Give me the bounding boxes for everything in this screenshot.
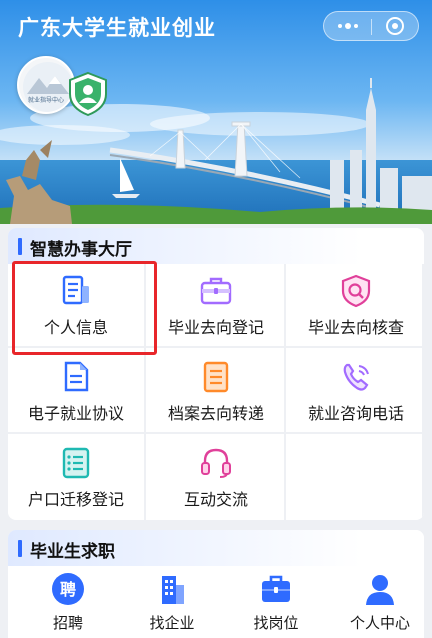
service-label: 电子就业协议 [27, 404, 124, 423]
briefcase-icon [200, 277, 232, 305]
building-icon [162, 576, 184, 604]
app-title: 广东大学生就业创业 [18, 16, 216, 40]
service-graduation-destination-registration[interactable]: 毕业去向登记 [148, 264, 284, 346]
shield-search-icon [341, 274, 371, 308]
target-dot-icon [392, 23, 398, 29]
service-label: 互动交流 [183, 490, 248, 509]
verified-user-shield-icon [69, 71, 107, 117]
grid-divider [284, 264, 286, 520]
shortcut-find-position[interactable]: 找岗位 [224, 568, 328, 638]
section-header: 毕业生求职 [8, 530, 424, 566]
grid-divider [8, 432, 424, 434]
service-label: 毕业去向登记 [167, 318, 264, 337]
header-banner: 广东大学生就业创业 就业指导中心 [0, 0, 432, 224]
shortcut-label: 找企业 [149, 614, 195, 632]
service-archive-transfer[interactable]: 档案去向转递 [148, 350, 284, 432]
file-list-icon [203, 361, 229, 393]
user-icon [366, 575, 394, 605]
selection-highlight [12, 261, 157, 355]
graduate-job-seeking-section: 毕业生求职 聘 招聘 找企业 找岗位 个人中心 [8, 530, 424, 638]
section-title: 毕业生求职 [30, 542, 115, 562]
close-mini-program-button[interactable] [372, 12, 419, 40]
headset-icon [201, 448, 231, 478]
shortcut-label: 个人中心 [349, 614, 410, 632]
service-label: 户口迁移登记 [27, 490, 124, 509]
mini-program-capsule [323, 11, 419, 41]
service-household-migration-registration[interactable]: 户口迁移登记 [8, 436, 144, 518]
recruit-icon: 聘 [52, 573, 84, 605]
shortcut-find-company[interactable]: 找企业 [120, 568, 224, 638]
more-dot-icon [354, 24, 358, 28]
service-label: 毕业去向核查 [307, 318, 404, 337]
list-document-icon [62, 447, 90, 479]
more-menu-button[interactable] [324, 12, 371, 40]
service-electronic-employment-agreement[interactable]: 电子就业协议 [8, 350, 144, 432]
briefcase-icon [262, 575, 290, 602]
recruit-glyph: 聘 [60, 580, 76, 599]
service-label: 档案去向转递 [167, 404, 264, 423]
service-interactive-exchange[interactable]: 互动交流 [148, 436, 284, 518]
service-label: 就业咨询电话 [307, 404, 404, 423]
job-shortcuts: 聘 招聘 找企业 找岗位 个人中心 [8, 568, 424, 638]
more-dot-icon [338, 24, 342, 28]
logo-caption: 就业指导中心 [27, 97, 64, 104]
edit-document-icon [64, 361, 89, 392]
grid-divider [422, 264, 424, 520]
navigation-bar: 广东大学生就业创业 [0, 0, 432, 52]
section-accent-bar [18, 238, 22, 255]
section-accent-bar [18, 540, 22, 557]
shortcut-personal-center[interactable]: 个人中心 [328, 568, 424, 638]
shortcut-recruitment[interactable]: 聘 招聘 [16, 568, 120, 638]
more-dot-icon [345, 23, 351, 29]
shortcut-label: 招聘 [52, 614, 83, 632]
phone-icon [343, 363, 369, 391]
section-title: 智慧办事大厅 [30, 240, 132, 260]
service-employment-consultation-phone[interactable]: 就业咨询电话 [288, 350, 424, 432]
empty-cell [288, 436, 424, 518]
service-graduation-destination-verification[interactable]: 毕业去向核查 [288, 264, 424, 346]
section-header: 智慧办事大厅 [8, 228, 424, 264]
shortcut-label: 找岗位 [253, 614, 299, 632]
